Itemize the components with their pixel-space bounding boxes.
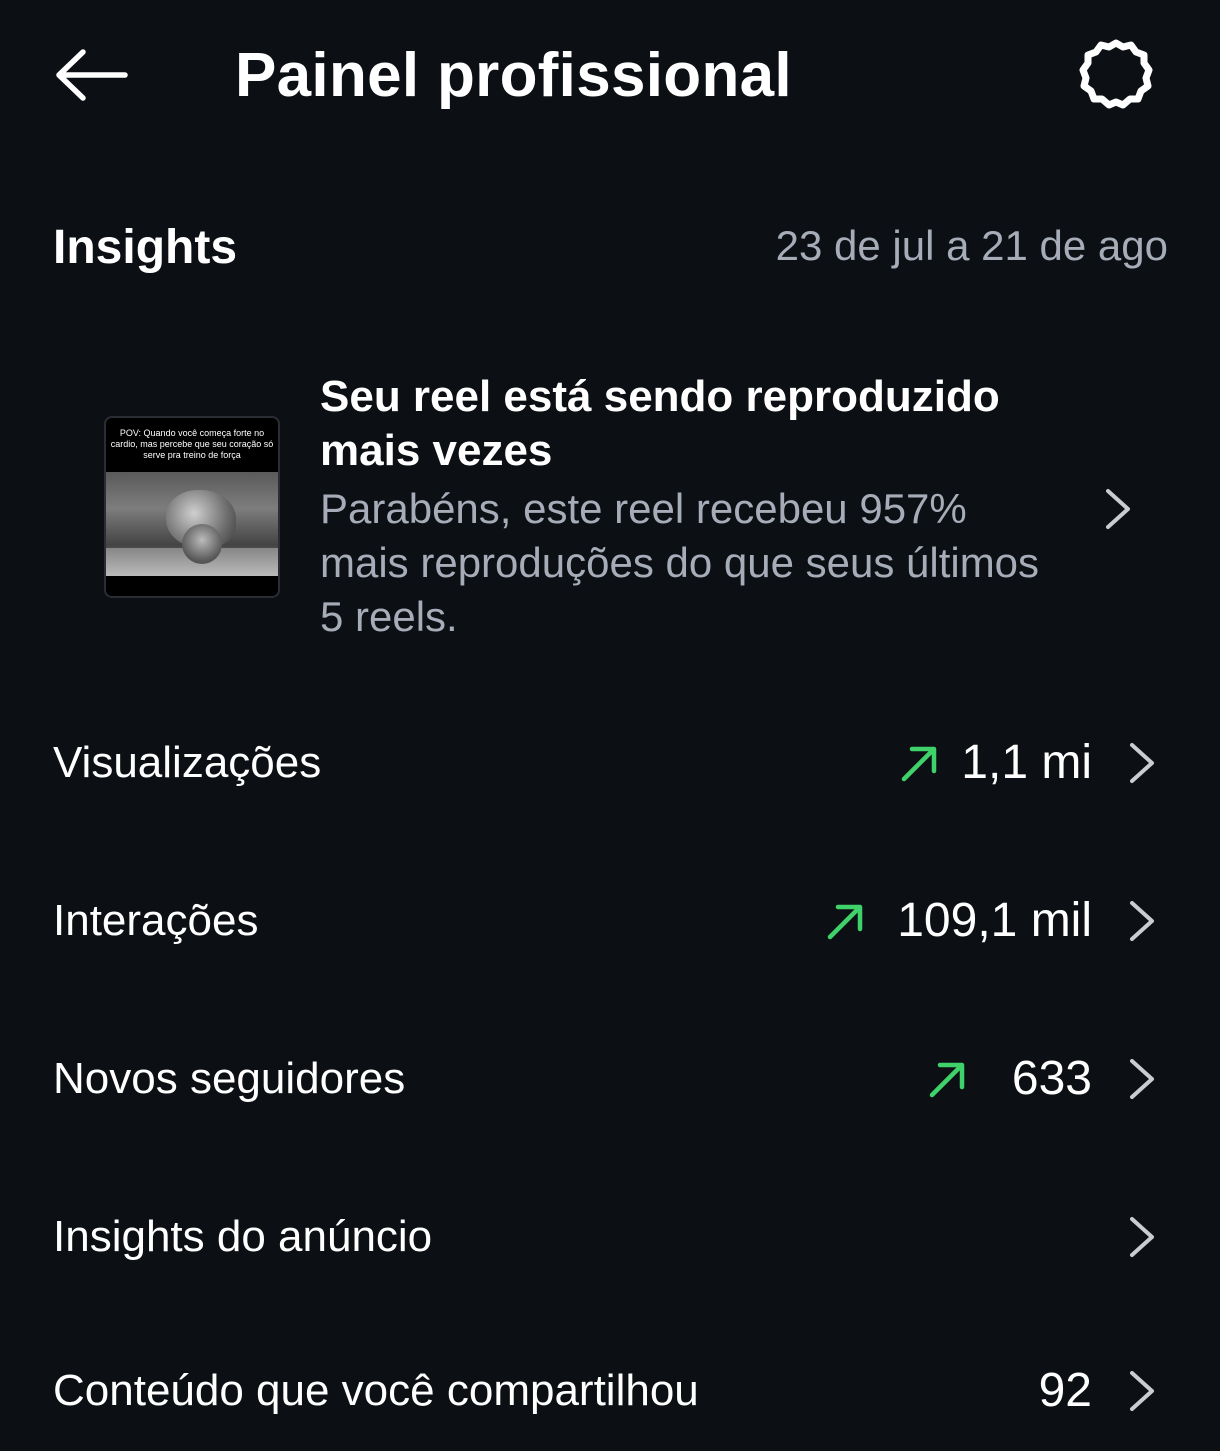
metric-label: Conteúdo que você compartilhou — [53, 1366, 699, 1415]
metric-row-views[interactable]: Visualizações 1,1 mi — [0, 703, 1220, 823]
reel-card-title: Seu reel está sendo reproduzido mais vez… — [320, 372, 1000, 475]
date-range[interactable]: 23 de jul a 21 de ago — [776, 222, 1168, 270]
metric-row-shared-content[interactable]: Conteúdo que você compartilhou 92 — [0, 1331, 1220, 1451]
chevron-right-icon — [1130, 1217, 1154, 1257]
metric-label: Interações — [53, 896, 259, 945]
trend-up-icon — [827, 904, 863, 940]
reel-highlight-card[interactable]: POV: Quando você começa forte no cardio,… — [0, 365, 1220, 655]
metric-value: 1,1 mi — [961, 736, 1092, 789]
gear-icon — [1079, 39, 1153, 109]
trend-up-icon — [901, 746, 937, 782]
chevron-right-icon — [1130, 743, 1154, 783]
metric-row-new-followers[interactable]: Novos seguidores 633 — [0, 1019, 1220, 1139]
metric-label: Visualizações — [53, 738, 322, 787]
reel-thumbnail-caption: POV: Quando você começa forte no cardio,… — [110, 428, 274, 460]
chevron-right-icon — [1130, 901, 1154, 941]
metric-value: 92 — [1038, 1364, 1092, 1417]
metric-row-ad-insights[interactable]: Insights do anúncio — [0, 1177, 1220, 1297]
reel-thumbnail-image — [106, 472, 278, 576]
page-title: Painel profissional — [235, 41, 792, 110]
reel-card-description: Parabéns, este reel recebeu 957% mais re… — [320, 485, 1040, 640]
insights-header: Insights 23 de jul a 21 de ago — [0, 210, 1220, 290]
chevron-right-icon — [1106, 489, 1130, 529]
arrow-left-icon — [56, 49, 128, 101]
chevron-right-icon — [1130, 1059, 1154, 1099]
chevron-right-icon — [1130, 1371, 1154, 1411]
insights-title: Insights — [53, 221, 238, 274]
trend-up-icon — [929, 1062, 965, 1098]
reel-thumbnail: POV: Quando você começa forte no cardio,… — [104, 416, 280, 598]
back-button[interactable] — [48, 40, 134, 110]
metric-value: 633 — [1011, 1052, 1092, 1105]
metric-label: Novos seguidores — [53, 1054, 406, 1103]
top-bar: Painel profissional — [0, 0, 1220, 150]
metric-row-interactions[interactable]: Interações 109,1 mil — [0, 861, 1220, 981]
settings-button[interactable] — [1070, 32, 1162, 118]
metric-value: 109,1 mil — [897, 894, 1092, 947]
metric-label: Insights do anúncio — [53, 1212, 433, 1261]
